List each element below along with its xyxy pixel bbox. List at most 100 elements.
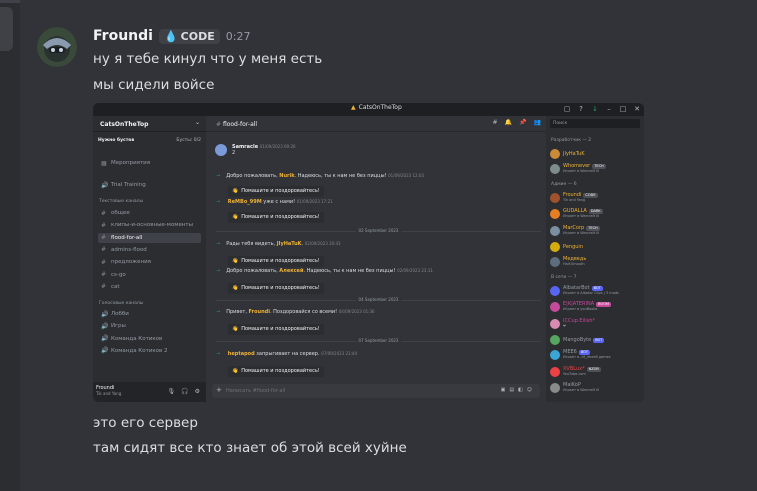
member-avatar [550, 225, 560, 236]
channel-label: Игры [111, 323, 126, 330]
date-label: 04 September 2023 [355, 297, 402, 302]
join-post: запрыгивает на сервер. [254, 351, 320, 357]
join-arrow-icon: → [216, 199, 221, 205]
join-user: JIyHaTuK [276, 241, 302, 247]
member-status: Tik and Yang [563, 197, 586, 202]
member-category: Админ — 6 [551, 181, 577, 187]
plus-icon: + [216, 386, 222, 394]
hash-icon: # [101, 283, 107, 291]
mini-avatar [215, 144, 227, 156]
date-label: 07 September 2023 [355, 338, 402, 343]
inbox-icon: ▢ [563, 105, 571, 113]
member-status: Играет в .df_/mee6 games [563, 355, 611, 359]
member-status: YouTube.com [563, 371, 586, 376]
speaker-icon: 🔊 [101, 181, 109, 189]
join-user: Nurik [279, 173, 295, 179]
member-category: Разработчик — 2 [551, 138, 592, 143]
droplet-icon: 💧 [163, 29, 178, 43]
member-status: Играет в Warcraft III [563, 388, 600, 392]
channel-5: # cs-go [98, 270, 201, 280]
member-item: GUDALLA DARK Играет в Warcraft III [550, 208, 603, 220]
threads-icon: # [492, 119, 498, 126]
hash-icon: # [101, 234, 107, 242]
member-status: Играет в Warcraft III [563, 169, 600, 173]
member-avatar [550, 209, 560, 219]
members-icon: 👥 [533, 119, 541, 126]
channel-3: # admins-flood [98, 245, 201, 255]
member-avatar [550, 318, 560, 329]
speaker-icon: 🔊 [101, 347, 109, 355]
join-ts: 01/09/2023 12:03 [388, 173, 424, 178]
member-name: MangoByte [563, 336, 592, 343]
channel-1: # клипы-и-основные-моменты [98, 220, 201, 230]
channel-label: cs-go [111, 271, 126, 278]
inner-message-input: + Написать #flood-for-all ▣▤◧☺ [212, 384, 540, 398]
join-ts: 02/09/2023 23:11 [397, 268, 433, 273]
member-item: Whomever TECH Играет в Warcraft III [550, 163, 606, 175]
channel-label: Мероприятия [111, 160, 151, 166]
wave-button: Помашите и поздоровайтесь! [228, 256, 324, 267]
join-arrow-icon: → [216, 241, 221, 247]
join-post: уже с нами! [261, 199, 296, 205]
rail-item[interactable] [0, 7, 13, 51]
channel-label: Trial Training [111, 182, 146, 188]
author-name[interactable]: Froundi [93, 28, 153, 44]
channel-0: # общее [98, 208, 201, 218]
member-category: В сети — 7 [551, 274, 577, 280]
join-pre: Добро пожаловать, [226, 173, 278, 179]
date-separator: 04 September 2023 [216, 297, 541, 302]
message-line: это его сервер [93, 415, 198, 431]
member-status: ❤ [563, 323, 566, 328]
inner-titlebar: ▲ CatsOnTheTop ▢ ? ↓ – □ ✕ [93, 103, 644, 116]
member-item: XVBLux* NZOR YouTube.com [550, 366, 601, 378]
member-item: AlbatarBot BOT Играет в Albatar Clips | 3 … [550, 285, 619, 297]
join-post: . Поздоровайся со всеми! [269, 309, 338, 315]
inner-message: Samracle 01/09/2023 09:26 2 [232, 144, 296, 156]
join-user: heptapod [227, 351, 255, 357]
speaker-icon: 🔊 [101, 310, 109, 318]
member-item: MangoByte BOT [550, 334, 605, 346]
help-icon: ? [579, 105, 583, 113]
join-ts: 07/09/2023 23:44 [321, 351, 358, 356]
message-line: ну я тебе кинул что у меня есть [93, 51, 323, 67]
inner-server-header: CatsOnTheTop ⌄ [93, 116, 206, 132]
member-status: Half-Smooth [563, 262, 585, 266]
message-line: мы сидели войсе [93, 77, 215, 93]
server-icon: ▲ [351, 104, 356, 111]
member-avatar [550, 149, 560, 159]
message-line: там сидят все кто знает об этой всей хуй… [93, 440, 407, 456]
member-item: Froundi CODE Tik and Yang [550, 192, 598, 204]
hash-icon: # [101, 209, 107, 217]
channel-label: клипы-и-основные-моменты [111, 222, 193, 229]
join-pre: Привет, [226, 309, 247, 315]
message-header: Froundi 💧 CODE 0:27 [93, 28, 250, 44]
join-user: Алексей [279, 268, 304, 274]
user-panel: Froundi Tik and Yang 🎙 🎧 ⚙ [93, 382, 206, 402]
screenshot-attachment[interactable]: ▲ CatsOnTheTop ▢ ? ↓ – □ ✕ CatsOnTheTop ⌄… [93, 103, 644, 402]
member-name: Penguin [563, 243, 583, 250]
inner-channel-sidebar: CatsOnTheTop ⌄ Нужно бустов Бусты: 0/2 ▦… [93, 116, 206, 402]
channel-2: # flood-for-all [98, 232, 201, 243]
channel-label: Команда Котиков 2 [111, 347, 168, 354]
avatar[interactable] [37, 27, 77, 67]
member-status: Играет в Warcraft III [563, 214, 600, 218]
server-rail [0, 0, 20, 491]
member-status: Играет в Albatar Clips | 3 mods [563, 290, 619, 295]
hash-icon: # [101, 246, 107, 254]
message-timestamp: 0:27 [225, 29, 251, 43]
hash-icon: # [101, 221, 107, 229]
channel-events: ▦ Мероприятия [98, 158, 201, 168]
hash-icon: # [101, 258, 107, 266]
download-icon: ↓ [592, 105, 598, 113]
member-item: Медведь Half-Smooth [550, 256, 586, 268]
clan-tag[interactable]: 💧 CODE [158, 28, 220, 44]
join-arrow-icon: → [216, 173, 221, 179]
voice-channel-1: 🔊 Игры [98, 321, 201, 331]
chevron-down-icon: ⌄ [194, 119, 200, 126]
member-item: MEE6 BOT Играет в .df_/mee6 games [550, 349, 611, 361]
join-message: → heptapod запрыгивает на сервер. 07/09/… [216, 351, 357, 357]
speaker-icon: 🔊 [101, 335, 109, 343]
channel-label: предложения [111, 259, 151, 266]
voice-channel-2: 🔊 Команда Котиков [98, 334, 201, 344]
member-item: E|K|ATERINA BOOM Играет в youBoobs [550, 301, 612, 313]
